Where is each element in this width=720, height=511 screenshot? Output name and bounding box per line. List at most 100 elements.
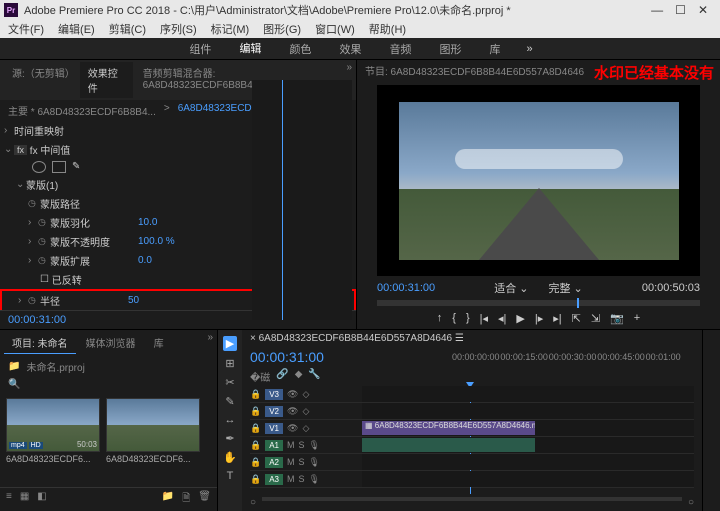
slip-tool[interactable]: ↔ <box>225 414 236 426</box>
minimize-button[interactable]: — <box>651 3 663 17</box>
program-scrubber[interactable] <box>377 300 700 306</box>
search-icon[interactable]: 🔍 <box>0 377 217 392</box>
tab-media-browser[interactable]: 媒体浏览器 <box>78 332 144 354</box>
time-ruler[interactable]: 00:00:00:00 00:00:15:00 00:00:30:00 00:0… <box>332 352 702 362</box>
menu-clip[interactable]: 剪辑(C) <box>109 21 146 37</box>
stopwatch-icon[interactable]: ◷ <box>38 236 50 247</box>
program-timecode-current[interactable]: 00:00:31:00 <box>377 282 435 294</box>
radius-value[interactable]: 50 <box>128 295 139 306</box>
linked-icon[interactable]: 🔗 <box>276 369 288 384</box>
mask-expand-value[interactable]: 0.0 <box>138 255 152 266</box>
list-view-icon[interactable]: ≡ <box>6 491 12 508</box>
panel-more[interactable]: » <box>207 332 213 354</box>
icon-view-icon[interactable]: ▦ <box>20 491 29 508</box>
ripple-tool[interactable]: ✂ <box>225 376 234 389</box>
menu-help[interactable]: 帮助(H) <box>369 21 406 37</box>
inverted-checkbox[interactable]: ☐ <box>40 274 49 285</box>
stopwatch-icon[interactable]: ◷ <box>28 295 40 306</box>
play-button[interactable]: ▶ <box>516 312 524 325</box>
tab-library[interactable]: 库 <box>146 332 172 354</box>
step-fwd-button[interactable]: ▸| <box>553 312 561 325</box>
settings-button[interactable]: + <box>634 312 640 325</box>
mask-feather-value[interactable]: 10.0 <box>138 217 157 228</box>
extract-button[interactable]: ⇲ <box>591 312 600 325</box>
workspace-editing[interactable]: 编辑 <box>237 36 263 62</box>
track-a1[interactable]: A1 <box>265 440 283 451</box>
timeline-tracks[interactable]: 🔒V3👁◇ 🔒V2👁◇ 🔒V1👁◇▦ 6A8D48323ECDF6B8B44E6… <box>242 386 702 494</box>
workspace-more[interactable]: » <box>526 43 532 55</box>
stopwatch-icon[interactable]: ◷ <box>28 198 40 209</box>
menu-edit[interactable]: 编辑(E) <box>58 21 95 37</box>
mark-out-button[interactable]: { <box>452 312 456 325</box>
mask-ellipse-icon[interactable] <box>32 161 46 173</box>
zoom-out-icon[interactable]: ○ <box>250 497 256 508</box>
zoom-fit-dropdown[interactable]: 适合 ⌄ <box>494 280 528 296</box>
freeform-view-icon[interactable]: ◧ <box>37 491 46 508</box>
tab-effect-controls[interactable]: 效果控件 <box>80 62 133 98</box>
mask-rect-icon[interactable] <box>52 161 66 173</box>
prev-frame-button[interactable]: ◂| <box>498 312 506 325</box>
keyframe-timeline[interactable] <box>252 80 352 320</box>
workspace-audio[interactable]: 音频 <box>387 37 413 61</box>
resolution-dropdown[interactable]: 完整 ⌄ <box>549 280 583 296</box>
program-viewer[interactable] <box>377 85 700 276</box>
effect-time-remap[interactable]: 时间重映射 <box>14 123 94 138</box>
maximize-button[interactable]: ☐ <box>675 3 686 17</box>
stopwatch-icon[interactable]: ◷ <box>38 217 50 228</box>
marker-icon[interactable]: ◆ <box>295 369 303 384</box>
workspace-effects[interactable]: 效果 <box>337 37 363 61</box>
workspace-graphics[interactable]: 图形 <box>437 37 463 61</box>
stopwatch-icon[interactable]: ◷ <box>38 255 50 266</box>
new-bin-icon[interactable]: 📁 <box>162 491 174 508</box>
track-select-tool[interactable]: ⊞ <box>225 357 234 370</box>
tab-source[interactable]: 源:（无剪辑） <box>4 62 78 98</box>
razor-tool[interactable]: ✎ <box>225 395 234 408</box>
track-v3[interactable]: V3 <box>265 389 283 400</box>
mask-1[interactable]: 蒙版(1) <box>26 177 106 192</box>
keyframe-playhead[interactable] <box>282 80 283 320</box>
step-back-button[interactable]: |◂ <box>480 312 488 325</box>
project-item[interactable]: 6A8D48323ECDF6... <box>106 398 200 464</box>
lift-button[interactable]: ⇱ <box>572 312 581 325</box>
sequence-thumbnail[interactable] <box>106 398 200 452</box>
fx-badge[interactable]: fx <box>14 145 27 155</box>
workspace-assembly[interactable]: 组件 <box>187 37 213 61</box>
tab-project[interactable]: 项目: 未命名 <box>4 332 76 354</box>
mask-opacity-value[interactable]: 100.0 % <box>138 236 175 247</box>
menu-graphics[interactable]: 图形(G) <box>263 21 301 37</box>
sequence-tab[interactable]: 6A8D48323ECDF6B8B44E6D557A8D4646 <box>259 333 452 344</box>
selection-tool[interactable]: ▶ <box>223 336 237 351</box>
video-clip[interactable]: ▦ 6A8D48323ECDF6B8B44E6D557A8D4646.mp4 [… <box>362 421 535 435</box>
track-v1[interactable]: V1 <box>265 423 283 434</box>
zoom-slider[interactable] <box>262 497 682 501</box>
workspace-color[interactable]: 颜色 <box>287 37 313 61</box>
mark-in-button[interactable]: ↑ <box>437 312 443 325</box>
new-item-icon[interactable]: 🗎 <box>182 491 190 508</box>
next-frame-button[interactable]: |▸ <box>535 312 543 325</box>
project-item[interactable]: mp4HD 50:03 6A8D48323ECDF6... <box>6 398 100 464</box>
pen-tool[interactable]: ✒ <box>225 432 234 445</box>
type-tool[interactable]: T <box>227 470 234 482</box>
timeline-timecode[interactable]: 00:00:31:00 <box>242 347 332 367</box>
track-v2[interactable]: V2 <box>265 406 283 417</box>
hand-tool[interactable]: ✋ <box>223 451 237 464</box>
snap-icon[interactable]: �磁 <box>250 369 270 384</box>
go-in-button[interactable]: } <box>466 312 470 325</box>
audio-clip[interactable] <box>362 438 535 452</box>
mask-pen-icon[interactable]: ✎ <box>72 161 86 173</box>
export-frame-button[interactable]: 📷 <box>610 312 624 325</box>
track-a3[interactable]: A3 <box>265 474 283 485</box>
settings-icon[interactable]: 🔧 <box>308 369 320 384</box>
trash-icon[interactable]: 🗑 <box>198 491 211 508</box>
track-a2[interactable]: A2 <box>265 457 283 468</box>
menu-window[interactable]: 窗口(W) <box>315 21 355 37</box>
menu-file[interactable]: 文件(F) <box>8 21 44 37</box>
zoom-in-icon[interactable]: ○ <box>688 497 694 508</box>
menu-sequence[interactable]: 序列(S) <box>160 21 197 37</box>
effect-controls-panel: 源:（无剪辑） 效果控件 音频剪辑混合器: 6A8D48323ECDF6B8B4… <box>0 60 357 329</box>
clip-thumbnail[interactable]: mp4HD 50:03 <box>6 398 100 452</box>
workspace-library[interactable]: 库 <box>487 37 502 61</box>
effect-median[interactable]: fx 中间值 <box>30 142 110 157</box>
sequence-name: 6A8D48323ECDF6... <box>106 452 200 464</box>
close-button[interactable]: ✕ <box>698 3 708 17</box>
